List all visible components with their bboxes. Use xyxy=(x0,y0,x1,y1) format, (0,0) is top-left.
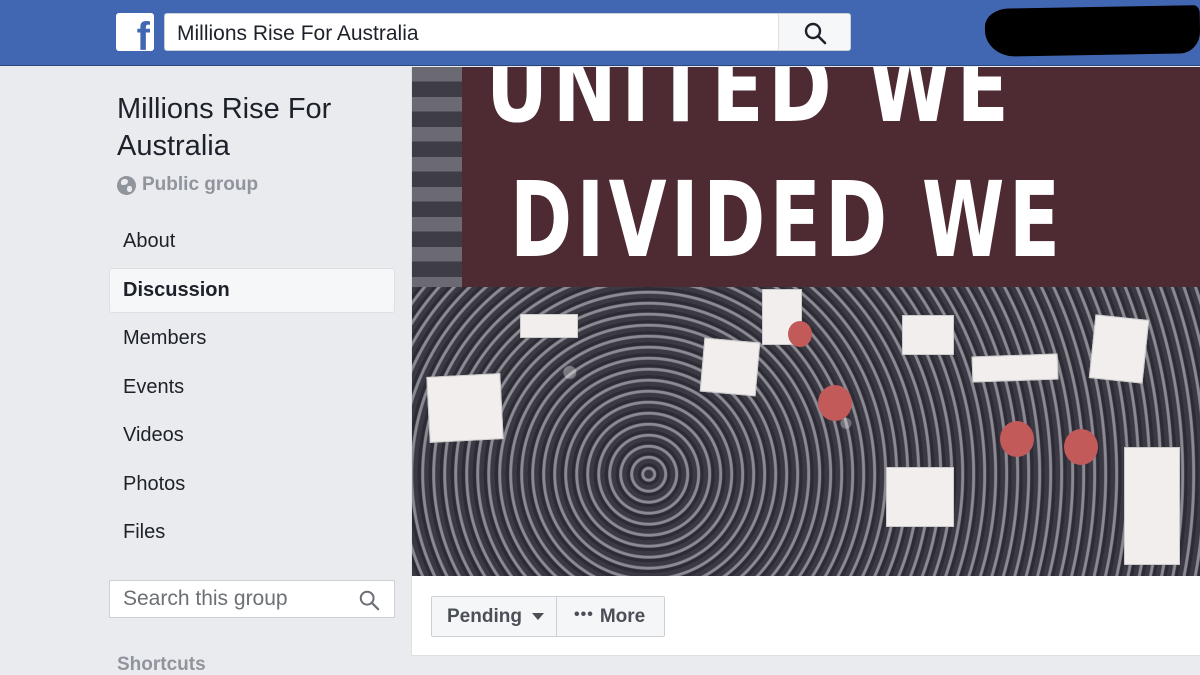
cover-text-line2: DIVIDED WE xyxy=(510,159,1065,281)
top-navigation-bar: f Millions Rise For Australia xyxy=(0,0,1200,66)
group-title[interactable]: Millions Rise For Australia xyxy=(117,91,387,165)
sidebar-item-members[interactable]: Members xyxy=(109,316,395,361)
protest-sign xyxy=(1124,447,1180,565)
sidebar-item-events[interactable]: Events xyxy=(109,365,395,410)
protest-sign xyxy=(426,373,504,443)
protest-sign xyxy=(886,467,954,527)
cover-banner: UNITED WE DIVIDED WE xyxy=(462,67,1200,287)
group-action-buttons: Pending ••• More xyxy=(431,596,665,637)
pending-button[interactable]: Pending xyxy=(431,596,557,637)
facebook-logo-icon[interactable]: f xyxy=(116,13,154,51)
search-icon xyxy=(804,22,827,45)
left-sidebar: Millions Rise For Australia Public group… xyxy=(0,67,410,675)
more-button[interactable]: ••• More xyxy=(557,596,665,637)
more-dots-icon: ••• xyxy=(574,605,594,623)
protest-sign xyxy=(1088,314,1150,384)
group-nav: About Discussion Members Events Videos P… xyxy=(109,219,395,559)
caret-down-icon xyxy=(531,613,544,620)
search-button[interactable] xyxy=(778,14,850,50)
sidebar-item-videos[interactable]: Videos xyxy=(109,413,395,458)
group-privacy-label: Public group xyxy=(142,174,259,195)
protest-sign xyxy=(902,315,954,355)
red-balloon xyxy=(788,321,812,347)
red-balloon xyxy=(1064,429,1098,465)
sidebar-item-about[interactable]: About xyxy=(109,219,395,264)
protest-sign xyxy=(699,337,761,397)
global-search-field[interactable]: Millions Rise For Australia xyxy=(164,13,851,51)
red-balloon xyxy=(1000,421,1034,457)
protest-sign xyxy=(971,353,1059,383)
group-search-input[interactable] xyxy=(110,581,350,617)
search-icon[interactable] xyxy=(358,589,380,611)
group-main-content: UNITED WE DIVIDED WE Pending ••• More xyxy=(411,67,1200,656)
redacted-profile-area xyxy=(984,5,1200,57)
group-privacy: Public group xyxy=(117,174,258,196)
global-search-input[interactable]: Millions Rise For Australia xyxy=(177,22,419,46)
more-label: More xyxy=(599,605,646,627)
sidebar-item-photos[interactable]: Photos xyxy=(109,462,395,507)
cover-photo[interactable]: UNITED WE DIVIDED WE xyxy=(412,67,1200,576)
shortcuts-heading: Shortcuts xyxy=(117,654,206,675)
sidebar-item-discussion[interactable]: Discussion xyxy=(109,267,395,313)
group-search-box xyxy=(109,580,395,618)
red-balloon xyxy=(818,385,852,421)
protest-sign xyxy=(520,314,578,338)
cover-text-line1: UNITED WE xyxy=(486,67,1014,145)
globe-icon xyxy=(117,175,136,195)
logo-letter: f xyxy=(136,15,150,51)
pending-label: Pending xyxy=(447,605,522,627)
crowd-photo-edge xyxy=(412,67,462,287)
sidebar-item-files[interactable]: Files xyxy=(109,510,395,555)
